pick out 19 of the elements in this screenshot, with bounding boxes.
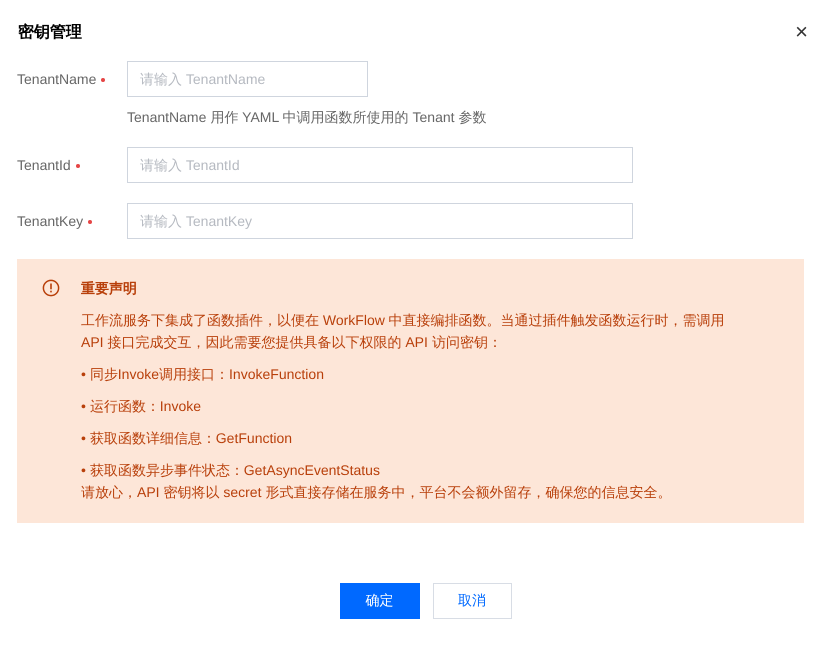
dialog-title: 密钥管理 [17, 22, 82, 42]
close-button[interactable]: × [795, 21, 808, 43]
field-hint: TenantName 用作 YAML 中调用函数所使用的 Tenant 参数 [127, 109, 488, 127]
input-field[interactable]: 请输入 TenantKey [127, 203, 633, 239]
notice-text: 工作流服务下集成了函数插件，以便在 WorkFlow 中直接编排函数。当通过插件触发函数运行时，需调用 API 接口完成交互，因此需要您提供具备以下权限的 API 访问密钥： [81, 311, 726, 352]
permission-item: • 获取函数异步事件状态：GetAsyncEventStatus [81, 461, 381, 480]
warning-icon [42, 279, 60, 297]
confirm-button[interactable]: 确定 [340, 583, 420, 619]
field-label: TenantName [17, 61, 127, 97]
field-label: TenantKey [17, 203, 127, 239]
permission-item: • 运行函数：Invoke [81, 397, 202, 416]
notice-title: 重要声明 [81, 279, 138, 298]
cancel-button[interactable]: 取消 [432, 583, 512, 619]
input-field[interactable]: 请输入 TenantId [127, 147, 633, 183]
permission-item: • 同步Invoke调用接口：InvokeFunction [81, 365, 325, 384]
notice-footer-text: 请放心，API 密钥将以 secret 形式直接存储在服务中，平台不会额外留存，确保您的信息安全。 [81, 483, 672, 502]
input-field[interactable]: 请输入 TenantName [127, 61, 368, 97]
permission-item: • 获取函数详细信息：GetFunction [81, 429, 294, 448]
field-label: TenantId [17, 147, 127, 183]
